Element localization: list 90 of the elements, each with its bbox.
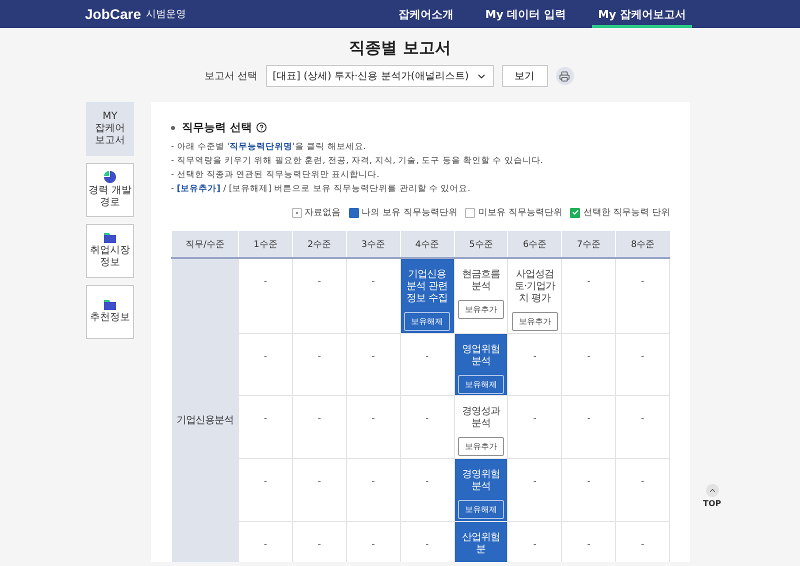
unit-link[interactable]: 경영성과 분석 — [458, 406, 504, 430]
column-header: 4수준 — [400, 231, 454, 258]
empty-mark: - — [372, 352, 375, 362]
pie-chart-icon — [104, 171, 116, 183]
hold-toggle-button[interactable]: 보유해제 — [458, 374, 504, 394]
empty-mark: - — [587, 476, 590, 486]
sidebar-item[interactable]: MY 잡케어 보고서 — [86, 102, 134, 156]
empty-mark: - — [587, 277, 590, 287]
hold-toggle-button[interactable]: 보유추가 — [458, 300, 504, 319]
column-header: 8수준 — [616, 231, 670, 258]
empty-mark: - — [425, 414, 429, 424]
empty-mark: - — [372, 476, 375, 486]
column-header: 2수준 — [292, 231, 346, 258]
job-group-cell: 기업신용분석 — [172, 258, 238, 562]
column-header: 3수준 — [346, 231, 400, 258]
hold-toggle-button[interactable]: 보유해제 — [458, 500, 504, 518]
empty-mark: - — [264, 352, 268, 362]
nav-tab[interactable]: 잡케어소개 — [392, 0, 460, 28]
empty-mark: - — [264, 277, 268, 287]
top-button[interactable]: TOP — [703, 484, 722, 508]
column-header: 6수준 — [508, 231, 562, 258]
instruction-text: - 선택한 직종과 연관된 직무능력단위만 표시합니다. — [171, 169, 380, 182]
section-title: 직무능력 선택 — [182, 120, 252, 135]
column-header: 7수준 — [562, 231, 616, 258]
empty-mark: - — [318, 476, 321, 486]
legend-label: 미보유 직무능력단위 — [478, 207, 562, 219]
unit-link[interactable]: 사업성검토·기업가치 평가 — [511, 269, 558, 305]
instruction-text: - [보유추가] / [보유해제] 버튼으로 보유 직무능력단위를 관리할 수 있어요. — [171, 183, 472, 196]
unit-link[interactable]: 기업신용분석 관련 정보 수집 — [404, 269, 450, 305]
no-data-swatch — [292, 208, 302, 218]
up-caret-icon — [708, 486, 717, 495]
empty-mark: - — [318, 414, 321, 424]
empty-mark: - — [372, 540, 375, 550]
logo: JobCare — [85, 6, 142, 22]
nav-tab[interactable]: My 데이터 입력 — [479, 0, 572, 28]
empty-mark: - — [533, 540, 536, 550]
empty-mark: - — [425, 352, 429, 362]
empty-mark: - — [640, 476, 644, 486]
empty-mark: - — [640, 277, 644, 287]
empty-mark: - — [264, 414, 268, 424]
legend-label: 선택한 직무능력 단위 — [583, 207, 670, 219]
column-header: 직무/수준 — [172, 231, 238, 258]
print-icon[interactable] — [556, 67, 574, 85]
owned-swatch — [348, 208, 359, 218]
hold-toggle-button[interactable]: 보유추가 — [512, 312, 558, 331]
sidebar-item[interactable]: 경력 개발 경로 — [86, 163, 134, 217]
empty-mark: - — [425, 476, 429, 486]
empty-mark: - — [533, 352, 536, 362]
sidebar-item[interactable]: 취업시장 정보 — [86, 224, 134, 278]
empty-mark: - — [640, 352, 644, 362]
column-header: 1수준 — [238, 231, 292, 258]
unit-link[interactable]: 영업위험 분석 — [458, 344, 504, 368]
hold-toggle-button[interactable]: 보유추가 — [458, 436, 504, 456]
view-button[interactable]: 보기 — [502, 65, 548, 87]
column-header: 5수준 — [454, 231, 508, 258]
legend-label: 자료없음 — [304, 207, 341, 219]
empty-mark: - — [587, 540, 590, 550]
empty-mark: - — [425, 540, 429, 550]
empty-mark: - — [533, 476, 536, 486]
folder-icon — [104, 300, 116, 310]
select-label: 보고서 선택 — [204, 70, 258, 83]
empty-mark: - — [587, 352, 590, 362]
empty-mark: - — [640, 414, 644, 424]
empty-mark: - — [640, 540, 644, 550]
help-icon[interactable] — [256, 122, 267, 133]
empty-mark: - — [264, 540, 268, 550]
bullet-icon — [171, 126, 175, 130]
hold-toggle-button[interactable]: 보유해제 — [404, 312, 450, 331]
unit-link[interactable]: 경영위험 분석 — [458, 468, 504, 492]
legend-label: 나의 보유 직무능력단위 — [362, 207, 458, 219]
empty-mark: - — [318, 540, 321, 550]
empty-mark: - — [264, 476, 268, 486]
unit-link[interactable]: 산업위험 분 — [458, 532, 504, 556]
empty-mark: - — [318, 277, 321, 287]
nav-tab[interactable]: My 잡케어보고서 — [592, 0, 692, 28]
unit-link[interactable]: 현금흐름분석 — [458, 269, 504, 293]
beta-label: 시범운영 — [146, 8, 186, 21]
sidebar-item[interactable]: 추천정보 — [86, 285, 134, 339]
empty-mark: - — [318, 352, 321, 362]
empty-mark: - — [587, 414, 590, 424]
empty-mark: - — [372, 414, 375, 424]
page-title: 직종별 보고서 — [348, 38, 452, 59]
report-dropdown[interactable]: [대표] (상세) 투자·신용 분석가(애널리스트) — [266, 65, 494, 87]
empty-mark: - — [372, 277, 375, 287]
instruction-text: - 직무역량을 키우기 위해 필요한 훈련, 전공, 자격, 지식, 기술, 도구 등을 확인할 수 있습니다. — [171, 155, 544, 168]
instruction-text: - 아래 수준별 '직무능력단위명'을 클릭 해보세요. — [171, 141, 367, 154]
check-icon — [570, 208, 580, 218]
folder-icon — [104, 233, 116, 243]
empty-mark: - — [533, 414, 536, 424]
unowned-swatch — [465, 208, 476, 218]
